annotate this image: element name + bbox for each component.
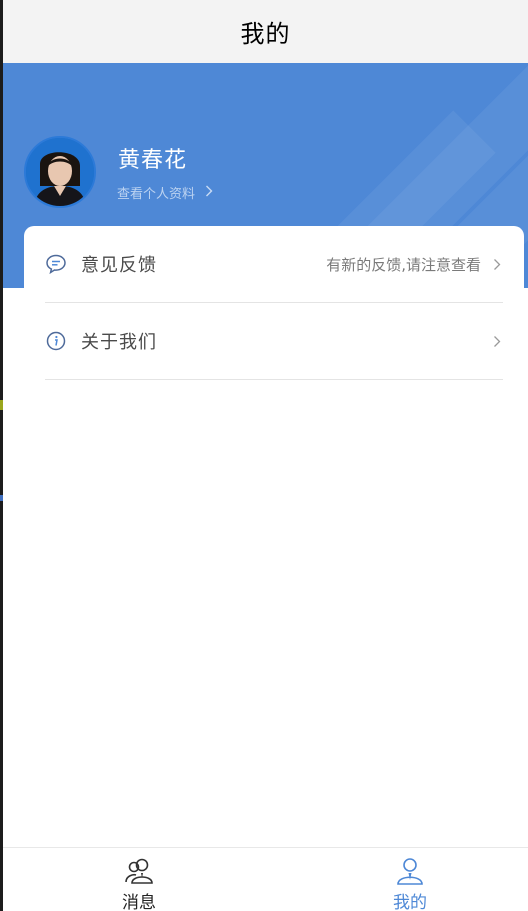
page-title: 我的 <box>240 20 291 48</box>
tab-messages[interactable]: 消息 <box>79 848 199 911</box>
tab-label: 我的 <box>393 893 427 911</box>
chevron-right-icon <box>205 185 213 201</box>
menu-item-feedback[interactable]: 意见反馈 有新的反馈,请注意查看 <box>45 226 503 303</box>
menu-card: 意见反馈 有新的反馈,请注意查看 关于我们 <box>24 226 524 386</box>
user-icon <box>394 856 426 886</box>
tab-label: 消息 <box>122 893 156 911</box>
chat-bubble-icon <box>45 253 67 275</box>
user-name: 黄春花 <box>118 148 188 173</box>
view-profile-link[interactable]: 查看个人资料 <box>117 183 213 202</box>
menu-item-label: 意见反馈 <box>81 255 157 276</box>
view-profile-label: 查看个人资料 <box>117 187 196 202</box>
contacts-icon <box>123 856 155 886</box>
feedback-notice: 有新的反馈,请注意查看 <box>326 255 481 274</box>
chevron-right-icon <box>491 335 503 348</box>
tab-me[interactable]: 我的 <box>350 848 470 911</box>
menu-item-about[interactable]: 关于我们 <box>45 303 503 380</box>
top-header: 我的 <box>3 0 528 63</box>
menu-item-label: 关于我们 <box>81 332 157 353</box>
my-page: 我的 黄春花 查看个人资料 意见反馈 有新的反馈,请注意查看 关于我们 消息 我… <box>0 0 528 911</box>
bottom-tab-bar: 消息 我的 <box>3 847 528 911</box>
chevron-right-icon <box>491 258 503 271</box>
info-circle-icon <box>45 330 67 352</box>
avatar[interactable] <box>24 136 96 208</box>
